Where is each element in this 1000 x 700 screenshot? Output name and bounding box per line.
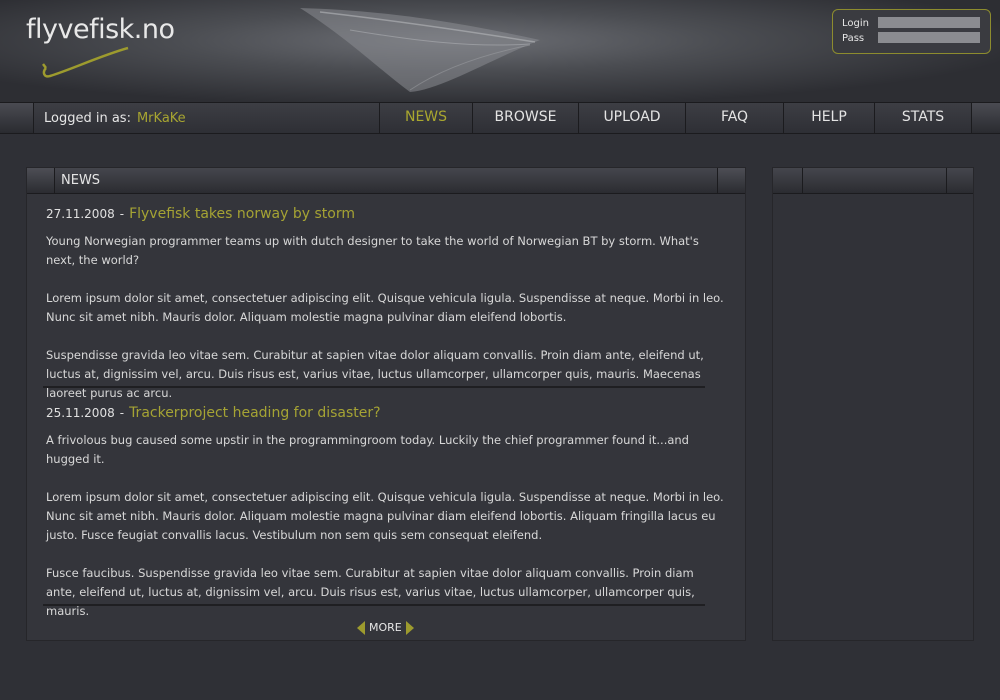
pass-label: Pass [842, 33, 865, 44]
article-header: 27.11.2008- Flyvefisk takes norway by sto… [46, 206, 726, 222]
fish-hook-icon [42, 46, 129, 78]
nav-help[interactable]: HELP [783, 103, 874, 133]
arrow-left-icon[interactable] [357, 621, 365, 635]
article-paragraph: Lorem ipsum dolor sit amet, consectetuer… [46, 291, 724, 324]
news-panel: NEWS 27.11.2008- Flyvefisk takes norway b… [26, 167, 746, 641]
nav-news[interactable]: NEWS [379, 103, 472, 133]
side-panel [772, 167, 974, 641]
pass-row: Pass [842, 32, 980, 44]
side-right-cap [946, 168, 973, 193]
site-header: flyvefisk.no Login Pass [0, 0, 1000, 102]
side-panel-header [773, 168, 973, 194]
login-input[interactable] [878, 17, 980, 28]
more-link[interactable]: MORE [369, 621, 402, 634]
nav-upload[interactable]: UPLOAD [578, 103, 685, 133]
article-body: Young Norwegian programmer teams up with… [46, 232, 726, 403]
panel-right-cap [717, 168, 745, 193]
news-panel-title: NEWS [61, 173, 101, 188]
flying-fish-wing-graphic [300, 8, 540, 92]
nav-browse[interactable]: BROWSE [472, 103, 578, 133]
main-navigation: Logged in as: MrKaKe NEWS BROWSE UPLOAD F… [0, 102, 1000, 134]
login-row: Login [842, 17, 980, 29]
separator: - [119, 406, 125, 420]
article-paragraph: Suspendisse gravida leo vitae sem. Curab… [46, 348, 704, 400]
article-paragraph: A frivolous bug caused some upstir in th… [46, 433, 689, 466]
article-title[interactable]: Flyvefisk takes norway by storm [129, 206, 355, 222]
more-pagination: MORE [357, 621, 414, 635]
article-paragraph: Lorem ipsum dolor sit amet, consectetuer… [46, 490, 724, 542]
arrow-right-icon[interactable] [405, 621, 414, 635]
news-article: 27.11.2008- Flyvefisk takes norway by sto… [46, 206, 726, 422]
article-paragraph: Fusce faucibus. Suspendisse gravida leo … [46, 566, 695, 618]
nav-faq[interactable]: FAQ [685, 103, 783, 133]
logged-in-status: Logged in as: MrKaKe [44, 111, 186, 126]
nav-right-cap [971, 103, 1000, 133]
site-logo[interactable]: flyvefisk.no [26, 14, 175, 45]
nav-stats[interactable]: STATS [874, 103, 971, 133]
article-header: 25.11.2008- Trackerproject heading for di… [46, 405, 726, 421]
article-divider [43, 386, 705, 388]
login-form: Login Pass [832, 9, 991, 54]
article-body: A frivolous bug caused some upstir in th… [46, 431, 726, 621]
news-panel-header: NEWS [27, 168, 745, 194]
article-divider [43, 604, 705, 606]
nav-left-cap [0, 103, 34, 133]
article-date: 25.11.2008 [46, 406, 115, 420]
article-title[interactable]: Trackerproject heading for disaster? [129, 405, 381, 421]
side-left-cap [773, 168, 803, 193]
article-paragraph: Young Norwegian programmer teams up with… [46, 234, 699, 267]
panel-left-cap [27, 168, 55, 193]
login-label: Login [842, 18, 869, 29]
logged-in-label: Logged in as: [44, 111, 131, 126]
username[interactable]: MrKaKe [137, 111, 186, 126]
article-date: 27.11.2008 [46, 207, 115, 221]
separator: - [119, 207, 125, 221]
pass-input[interactable] [878, 32, 980, 43]
